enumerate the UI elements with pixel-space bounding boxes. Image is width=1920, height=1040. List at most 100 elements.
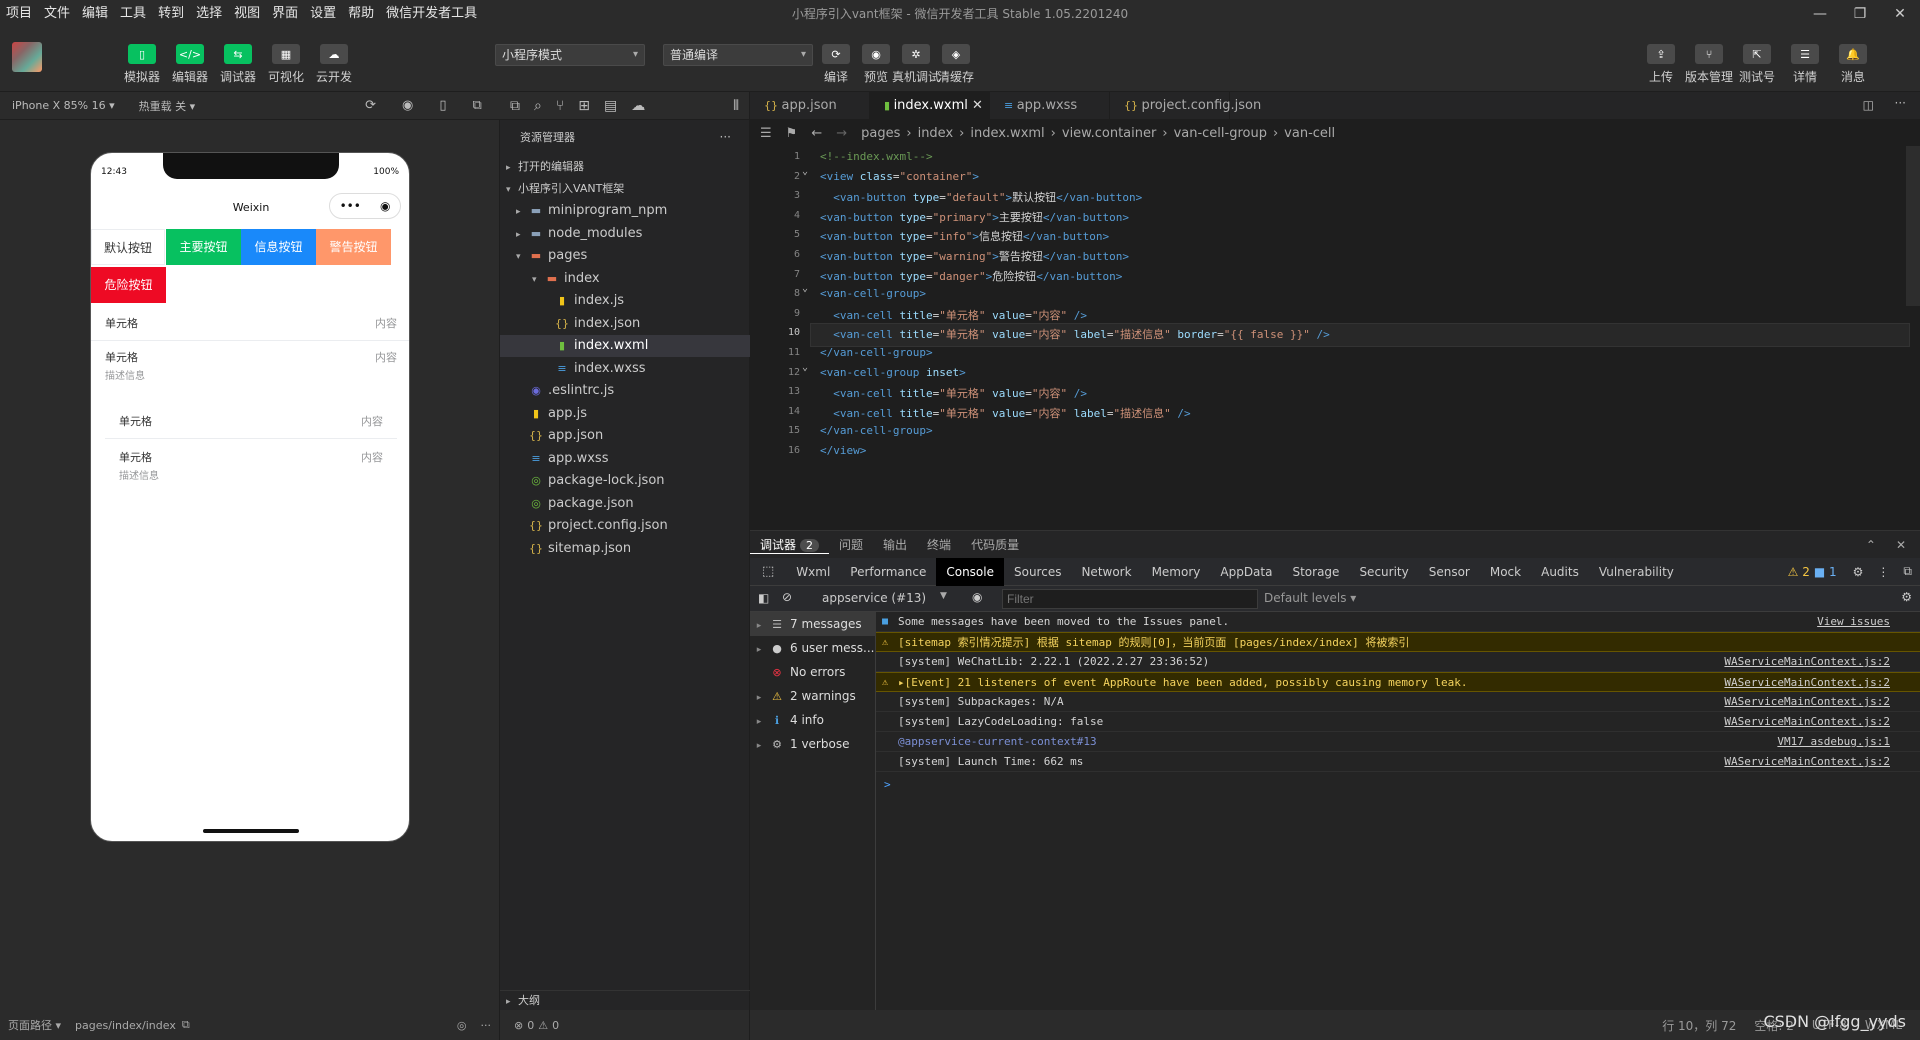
avatar[interactable] — [12, 42, 42, 72]
forward-icon[interactable]: → — [836, 126, 847, 141]
close-target-icon[interactable]: ◉ — [380, 199, 390, 213]
panel-tab[interactable]: 终端 — [917, 536, 961, 554]
消息-button[interactable]: 🔔 消息 — [1833, 44, 1873, 85]
devtools-tab[interactable]: Mock — [1480, 558, 1531, 586]
console-filter-item[interactable]: ▸ ☰ 7 messages — [750, 612, 876, 636]
filter-input[interactable] — [1002, 589, 1258, 609]
hot-reload-toggle[interactable]: 热重载 关 ▾ — [139, 98, 196, 114]
breadcrumb-item[interactable]: view.container — [1062, 126, 1156, 141]
split-icon[interactable]: ⫴ — [733, 98, 739, 114]
console-settings-icon[interactable]: ⚙ — [1901, 590, 1912, 604]
fold-chevron-icon[interactable]: ⌄ — [802, 166, 808, 177]
split-editor-icon[interactable]: ◫ — [1863, 98, 1874, 112]
phone-rotate-icon[interactable]: ▯ — [439, 98, 446, 113]
console-source-link[interactable]: VM17 asdebug.js:1 — [1777, 732, 1890, 752]
code-editor[interactable]: 1 <!--index.wxml--> 2 ⌄ <view class="contain… — [750, 146, 1920, 530]
清缓存-button[interactable]: ◈ 清缓存 — [936, 44, 976, 85]
devtools-more-icon[interactable]: ⋮ — [1877, 565, 1889, 579]
section-project[interactable]: ▾ 小程序引入VANT框架 — [500, 178, 750, 200]
devtools-tab[interactable]: AppData — [1210, 558, 1282, 586]
console-filter-item[interactable]: ▸ ⚠ 2 warnings — [750, 684, 876, 708]
console-source-link[interactable]: WAServiceMainContext.js:2 — [1724, 673, 1890, 693]
section-open-editors[interactable]: ▸ 打开的编辑器 — [500, 156, 750, 178]
devtools-tab[interactable]: Memory — [1142, 558, 1211, 586]
devtools-tab[interactable]: Network — [1071, 558, 1141, 586]
menu-item[interactable]: 微信开发者工具 — [380, 0, 483, 28]
van-cell[interactable]: 单元格 内容 — [105, 403, 397, 439]
file-tree-item[interactable]: ▸ ▬ miniprogram_npm — [500, 200, 750, 222]
file-tree-item[interactable]: ▸ ▬ node_modules — [500, 223, 750, 245]
search-icon[interactable]: ⌕ — [534, 98, 542, 114]
file-tree-item[interactable]: ◉ .eslintrc.js — [500, 380, 750, 402]
capsule-menu[interactable]: ••• ◉ — [329, 193, 401, 219]
van-button-danger[interactable]: 危险按钮 — [91, 267, 166, 303]
storage-icon[interactable]: ▤ — [604, 98, 617, 114]
record-icon[interactable]: ◉ — [402, 98, 413, 113]
files-icon[interactable]: ⧉ — [510, 98, 520, 114]
van-button-warning[interactable]: 警告按钮 — [316, 229, 391, 265]
copy-icon[interactable]: ⧉ — [182, 1018, 190, 1032]
editor-tab[interactable]: {} project.config.json — [1110, 92, 1261, 120]
上传-button[interactable]: ⇪ 上传 — [1641, 44, 1681, 85]
devtools-tab[interactable]: Vulnerability — [1589, 558, 1684, 586]
fold-chevron-icon[interactable]: ⌄ — [802, 362, 808, 373]
fold-chevron-icon[interactable]: ⌄ — [802, 283, 808, 294]
info-count-icon[interactable]: ■ 1 — [1814, 565, 1837, 579]
file-tree-item[interactable]: {} project.config.json — [500, 515, 750, 537]
reload-icon[interactable]: ⟳ — [365, 98, 376, 113]
breadcrumb-item[interactable]: pages — [861, 126, 900, 141]
breadcrumb-item[interactable]: van-cell-group — [1174, 126, 1267, 141]
sidebar-toggle-icon[interactable]: ◧ — [758, 591, 769, 605]
file-tree-item[interactable]: {} index.json — [500, 313, 750, 335]
menu-item[interactable]: 项目 — [0, 0, 38, 28]
page-path-label[interactable]: 页面路径 ▾ — [8, 1017, 61, 1033]
cursor-position[interactable]: 行 10，列 72 — [1662, 1017, 1736, 1034]
editor-tab[interactable]: {} app.json — [750, 92, 870, 120]
panel-tab[interactable]: 调试器 2 — [750, 536, 830, 554]
devtools-settings-icon[interactable]: ⚙ — [1853, 565, 1864, 579]
live-expression-icon[interactable]: ◉ — [972, 590, 982, 604]
docker-icon[interactable]: ☁ — [631, 98, 645, 114]
console-source-link[interactable]: WAServiceMainContext.js:2 — [1724, 712, 1890, 732]
file-tree-item[interactable]: ▾ ▬ pages — [500, 245, 750, 267]
console-source-link[interactable]: WAServiceMainContext.js:2 — [1724, 652, 1890, 672]
van-button-default[interactable]: 默认按钮 — [91, 229, 165, 265]
可视化-button[interactable]: ▦ 可视化 — [266, 44, 306, 85]
menu-item[interactable]: 文件 — [38, 0, 76, 28]
devtools-tab[interactable]: Security — [1349, 558, 1418, 586]
breadcrumb-item[interactable]: van-cell — [1284, 126, 1335, 141]
console-prompt[interactable]: > — [884, 778, 891, 791]
clear-console-icon[interactable]: ⊘ — [782, 590, 792, 604]
maximize-icon[interactable]: ❐ — [1840, 0, 1880, 28]
breadcrumb-item[interactable]: index.wxml — [970, 126, 1044, 141]
menu-item[interactable]: 设置 — [304, 0, 342, 28]
file-tree-item[interactable]: {} sitemap.json — [500, 538, 750, 560]
console-filter-item[interactable]: ▸ ● 6 user mess... — [750, 636, 876, 660]
file-tree-item[interactable]: ▮ index.wxml — [500, 335, 750, 357]
panel-tab[interactable]: 输出 — [873, 536, 917, 554]
popout-icon[interactable]: ⧉ — [473, 98, 482, 113]
devtools-tab[interactable]: Console — [936, 557, 1004, 586]
git-icon[interactable]: ⑂ — [556, 98, 564, 114]
section-outline[interactable]: ▸ 大纲 — [500, 990, 750, 1010]
menu-item[interactable]: 编辑 — [76, 0, 114, 28]
menu-item[interactable]: 帮助 — [342, 0, 380, 28]
warning-count-icon[interactable]: ⚠ 2 — [1788, 565, 1810, 579]
panel-close-icon[interactable]: ✕ — [1896, 538, 1906, 552]
editor-tab[interactable]: ▮ index.wxml ✕ — [870, 92, 990, 120]
compile-select[interactable]: 普通编译 — [663, 44, 813, 66]
devtools-tab[interactable]: Performance — [840, 558, 936, 586]
devtools-tab[interactable]: Wxml — [786, 558, 840, 586]
van-cell[interactable]: 单元格 内容 描述信息 — [91, 339, 409, 395]
模拟器-button[interactable]: ▯ 模拟器 — [122, 44, 162, 85]
back-icon[interactable]: ← — [811, 126, 822, 141]
menu-item[interactable]: 工具 — [114, 0, 152, 28]
breadcrumb-item[interactable]: index — [918, 126, 954, 141]
van-button-info[interactable]: 信息按钮 — [241, 229, 316, 265]
extensions-icon[interactable]: ⊞ — [578, 98, 590, 114]
van-button-primary[interactable]: 主要按钮 — [166, 229, 241, 265]
mode-select[interactable]: 小程序模式 — [495, 44, 645, 66]
tab-close-icon[interactable]: ✕ — [968, 98, 983, 113]
调试器-button[interactable]: ⇆ 调试器 — [218, 44, 258, 85]
bookmark-icon[interactable]: ⚑ — [786, 126, 798, 141]
